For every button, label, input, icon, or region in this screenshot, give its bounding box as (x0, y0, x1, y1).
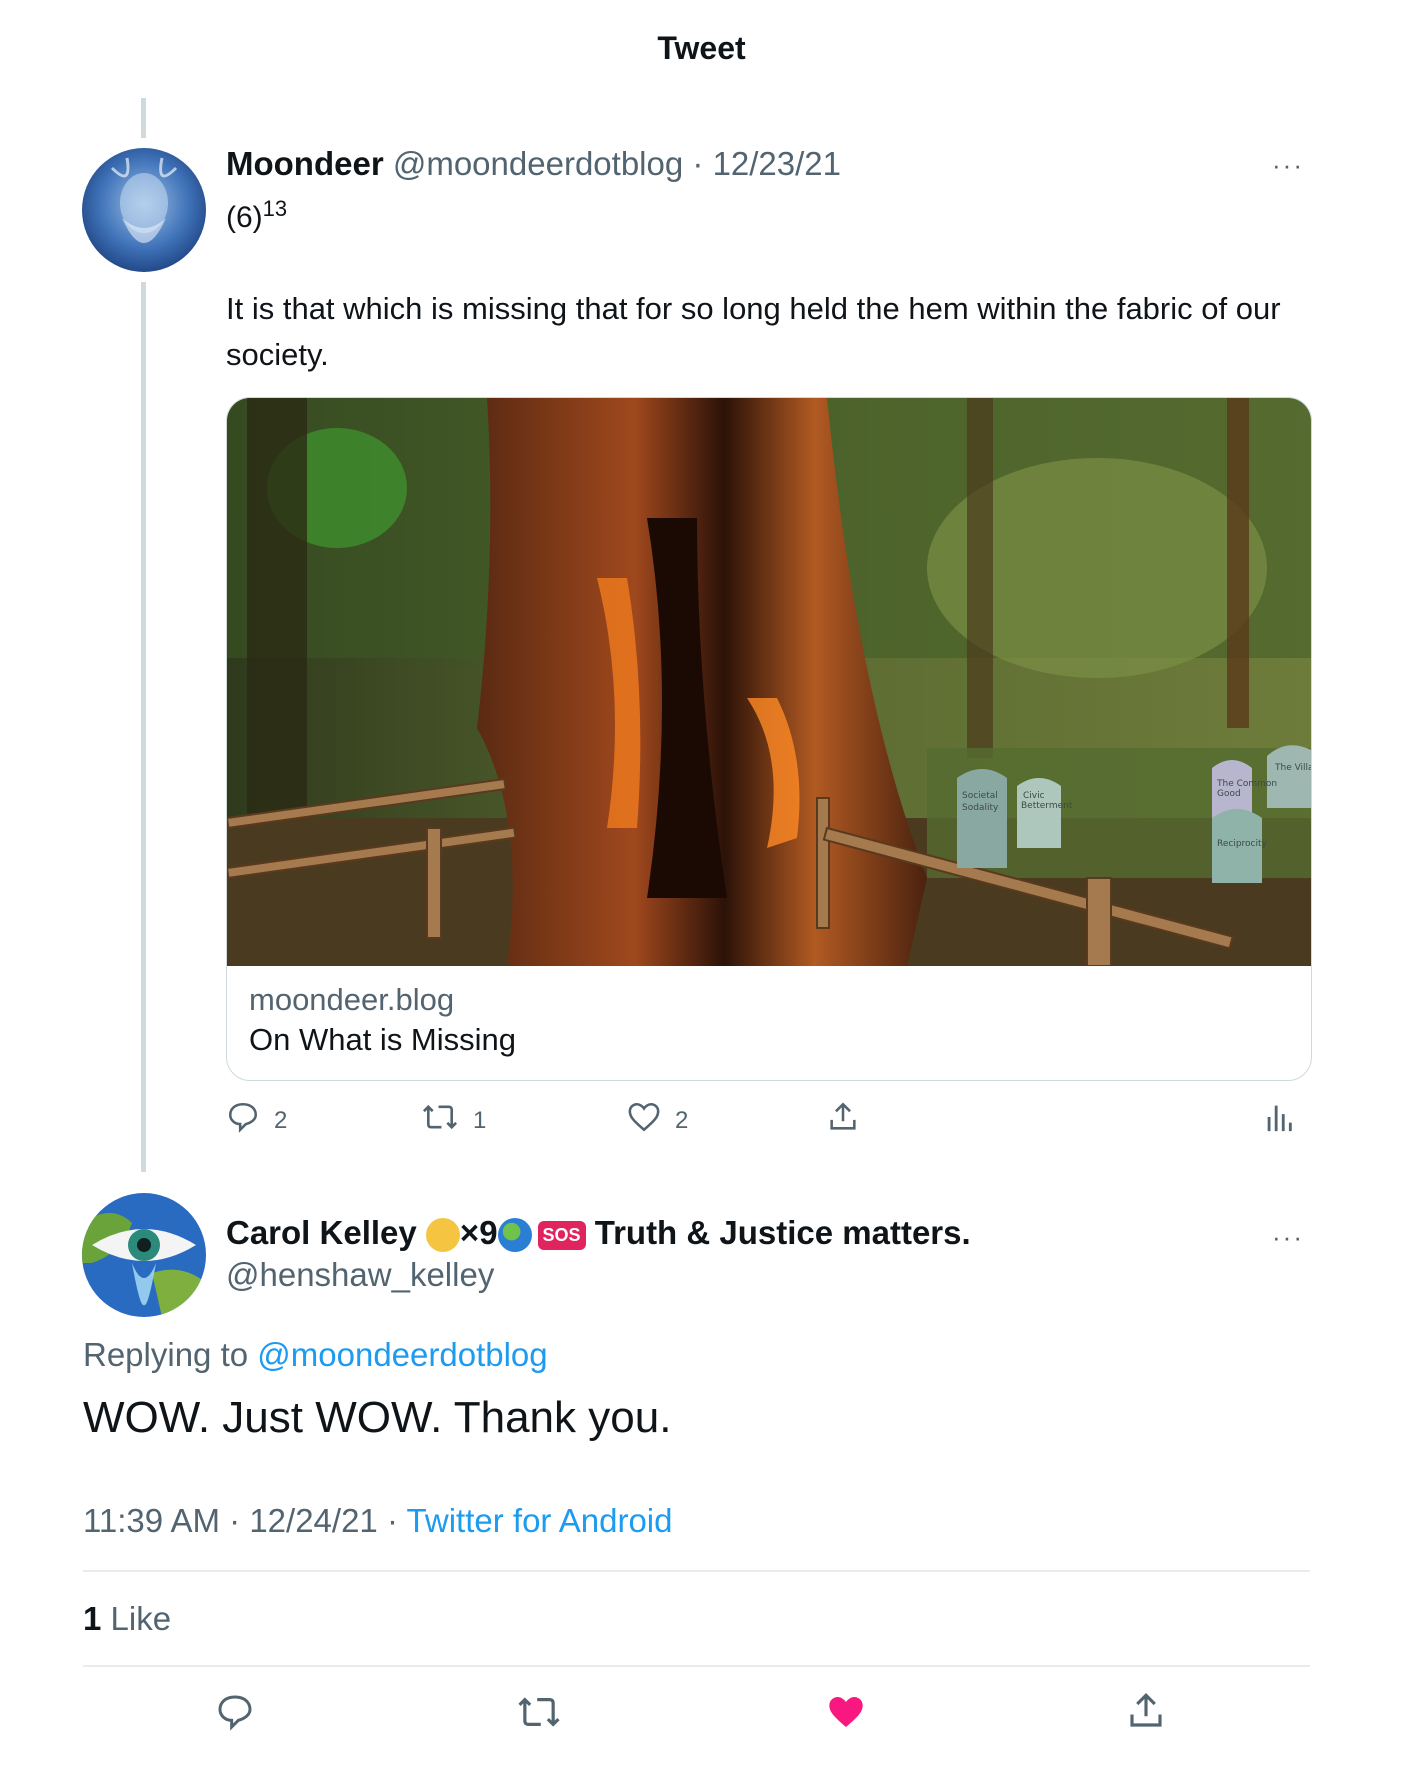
analytics-icon (1264, 1100, 1294, 1141)
author-handle[interactable]: @henshaw_kelley (226, 1256, 494, 1294)
heart-outline-icon (627, 1100, 661, 1141)
like-count: 2 (675, 1106, 689, 1134)
replying-handle-link[interactable]: @moondeerdotblog (257, 1336, 547, 1373)
tweet-header: Moondeer @moondeerdotblog · 12/23/21 (226, 145, 841, 183)
thread-line-top (141, 98, 146, 138)
like-action[interactable]: 2 (627, 1100, 688, 1141)
avatar[interactable] (82, 1193, 206, 1317)
share-button[interactable] (826, 1100, 860, 1141)
tweet-text: It is that which is missing that for so … (226, 291, 1281, 372)
tweet-line-exponent: (6)13 (226, 196, 287, 235)
more-options-icon[interactable]: ··· (1272, 150, 1304, 181)
link-card[interactable]: Societal Sodality Civic Betterment The C… (226, 397, 1312, 1081)
reply-action[interactable]: 2 (226, 1100, 287, 1141)
tweet-date: 12/24/21 (249, 1502, 378, 1539)
reply-count: 2 (274, 1106, 288, 1134)
replying-prefix: Replying to (83, 1336, 249, 1373)
share-icon (826, 1100, 860, 1141)
likes-summary[interactable]: 1 Like (83, 1600, 171, 1638)
analytics-button[interactable] (1264, 1100, 1294, 1141)
exponent-sup: 13 (262, 196, 288, 221)
author-name[interactable]: Moondeer (226, 145, 384, 182)
divider (83, 1665, 1310, 1667)
globe-emoji-icon (497, 1218, 532, 1253)
separator: · (692, 145, 704, 182)
card-image: Societal Sodality Civic Betterment The C… (227, 398, 1311, 966)
author-name[interactable]: Carol Kelley (226, 1214, 417, 1251)
reply-icon (226, 1100, 260, 1141)
tweet-time: 11:39 AM (83, 1502, 220, 1539)
reply-icon (215, 1695, 255, 1736)
svg-text:The Common: The Common (1216, 779, 1277, 789)
thread-line (141, 282, 146, 1172)
reply-header: Carol Kelley ×9 SOS Truth & Justice matte… (226, 1214, 971, 1253)
share-button[interactable] (1125, 1690, 1167, 1737)
share-icon (1125, 1693, 1167, 1736)
tweet-source-link[interactable]: Twitter for Android (407, 1502, 673, 1539)
like-button[interactable] (825, 1692, 867, 1737)
author-handle[interactable]: @moondeerdotblog (393, 145, 683, 182)
tweet-meta: 11:39 AM · 12/24/21 · Twitter for Androi… (83, 1502, 673, 1540)
svg-text:Sodality: Sodality (962, 803, 999, 813)
retweet-icon (516, 1697, 562, 1736)
retweet-count: 1 (473, 1106, 487, 1134)
separator: · (229, 1502, 241, 1539)
separator: · (386, 1502, 398, 1539)
more-options-icon[interactable]: ··· (1272, 1222, 1304, 1253)
reply-button[interactable] (215, 1692, 255, 1737)
page-title: Tweet (657, 30, 746, 66)
divider (83, 1570, 1310, 1572)
svg-text:Civic: Civic (1023, 791, 1045, 801)
card-title: On What is Missing (249, 1022, 517, 1057)
svg-text:The Village: The Village (1274, 763, 1311, 773)
likes-count: 1 (83, 1600, 102, 1637)
name-suffix: ×9 (459, 1214, 498, 1251)
exponent-base: (6) (226, 201, 263, 234)
cat-emoji-icon (425, 1218, 460, 1253)
card-domain: moondeer.blog (249, 982, 455, 1017)
retweet-action[interactable]: 1 (421, 1100, 486, 1141)
replying-to: Replying to @moondeerdotblog (83, 1336, 548, 1374)
retweet-icon (421, 1100, 459, 1141)
avatar[interactable] (82, 148, 206, 272)
svg-text:Good: Good (1217, 789, 1241, 799)
likes-label: Like (110, 1600, 172, 1637)
name-tail: Truth & Justice matters. (594, 1214, 971, 1251)
sos-emoji-icon: SOS (537, 1220, 586, 1250)
heart-filled-icon (825, 1697, 867, 1736)
retweet-button[interactable] (516, 1692, 562, 1737)
tweet-date[interactable]: 12/23/21 (713, 145, 841, 182)
svg-text:Reciprocity: Reciprocity (1217, 839, 1268, 849)
svg-text:Betterment: Betterment (1021, 801, 1073, 811)
reply-text: WOW. Just WOW. Thank you. (83, 1393, 672, 1442)
svg-text:Societal: Societal (962, 791, 998, 801)
